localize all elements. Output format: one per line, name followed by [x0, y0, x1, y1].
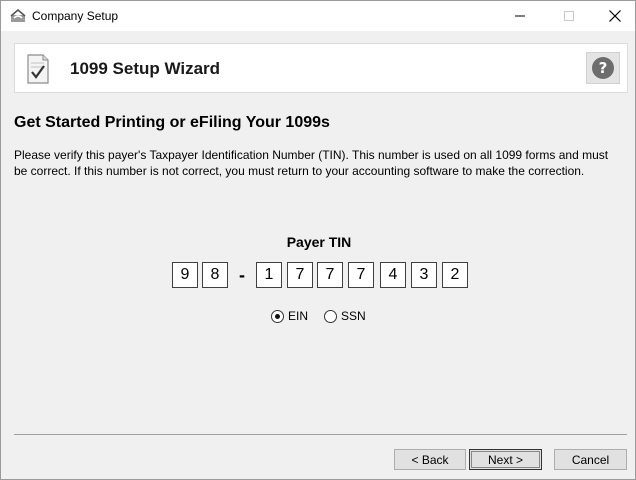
tin-digit: 7 [287, 262, 313, 288]
tin-digit: 7 [348, 262, 374, 288]
maximize-icon [564, 11, 574, 21]
maximize-button[interactable] [546, 1, 592, 31]
minimize-button[interactable] [497, 1, 543, 31]
wizard-title: 1099 Setup Wizard [70, 59, 221, 78]
help-glyph: ? [598, 59, 608, 77]
footer-divider [14, 434, 627, 435]
back-button[interactable]: < Back [394, 449, 466, 470]
ein-radio-indicator[interactable] [271, 309, 284, 323]
minimize-icon [515, 15, 525, 17]
title-bar[interactable]: Company Setup [1, 1, 635, 31]
ein-radio-label: EIN [288, 309, 309, 323]
tin-digit: 9 [172, 262, 198, 288]
close-button[interactable] [592, 1, 636, 31]
ssn-radio[interactable]: SSN [324, 309, 366, 323]
tin-digit: 3 [411, 262, 437, 288]
tin-digit: 2 [442, 262, 468, 288]
help-icon: ? [592, 57, 614, 79]
help-button[interactable]: ? [586, 52, 620, 84]
payer-tin-label: Payer TIN [286, 234, 352, 250]
tin-separator: - [239, 264, 245, 285]
ssn-radio-indicator[interactable] [324, 309, 337, 323]
cancel-button[interactable]: Cancel [554, 449, 627, 470]
document-checkmark-icon [27, 54, 49, 84]
tin-digit: 1 [256, 262, 282, 288]
company-setup-window: Company Setup 1099 Setup Wizard ? Get St… [0, 0, 636, 480]
company-setup-app-icon [10, 9, 26, 22]
close-icon [609, 10, 621, 22]
wizard-header: 1099 Setup Wizard ? [14, 43, 628, 93]
page-description: Please verify this payer's Taxpayer Iden… [14, 148, 609, 178]
ein-radio[interactable]: EIN [271, 309, 308, 323]
window-title: Company Setup [32, 9, 119, 23]
next-button[interactable]: Next > [469, 449, 542, 470]
tin-digit: 7 [317, 262, 343, 288]
page-heading: Get Started Printing or eFiling Your 109… [14, 114, 330, 131]
ssn-radio-label: SSN [341, 309, 366, 323]
tin-digit: 4 [380, 262, 406, 288]
tin-digit: 8 [202, 262, 228, 288]
